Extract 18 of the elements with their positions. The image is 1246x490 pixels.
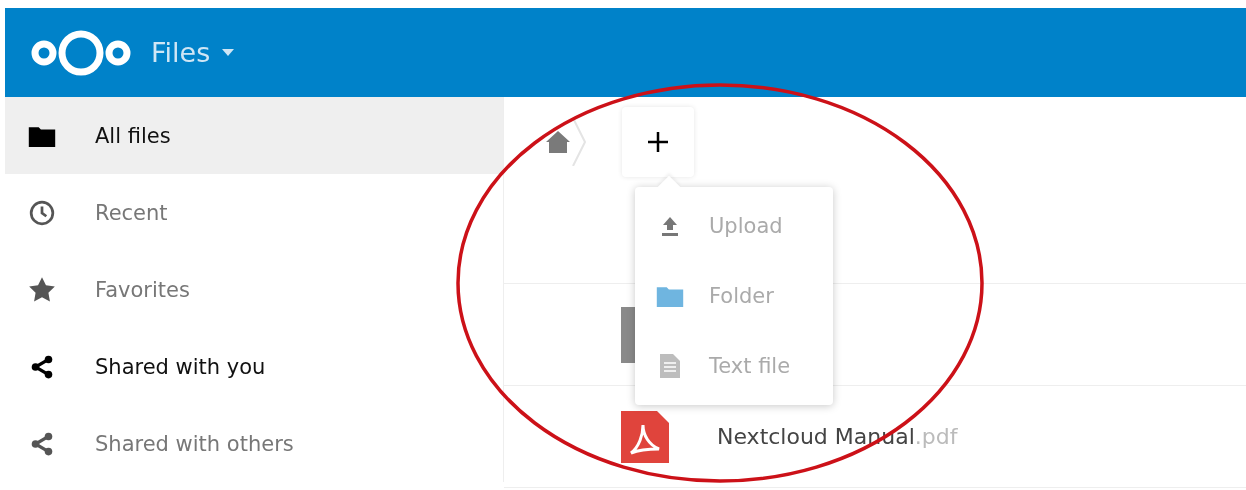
sidebar-item[interactable]: All files bbox=[5, 97, 503, 174]
folder-icon bbox=[27, 124, 57, 147]
home-icon[interactable] bbox=[546, 131, 570, 153]
pdf-file-icon bbox=[621, 410, 669, 463]
clock-icon bbox=[27, 199, 57, 226]
sidebar-item[interactable]: Favorites bbox=[5, 251, 503, 328]
folder-icon bbox=[655, 285, 685, 307]
star-icon bbox=[27, 275, 57, 304]
menu-item[interactable]: Folder bbox=[635, 261, 833, 331]
sidebar-item[interactable]: Shared with others bbox=[5, 405, 503, 482]
sidebar-item[interactable]: Recent bbox=[5, 174, 503, 251]
plus-icon bbox=[647, 131, 669, 153]
chevron-icon bbox=[572, 118, 586, 166]
app-menu-button[interactable]: Files bbox=[151, 37, 235, 68]
menu-item[interactable]: Text file bbox=[635, 331, 833, 401]
sidebar-item[interactable]: Shared with you bbox=[5, 328, 503, 405]
caret-icon bbox=[222, 49, 235, 56]
menu-item[interactable]: Upload bbox=[635, 191, 833, 261]
